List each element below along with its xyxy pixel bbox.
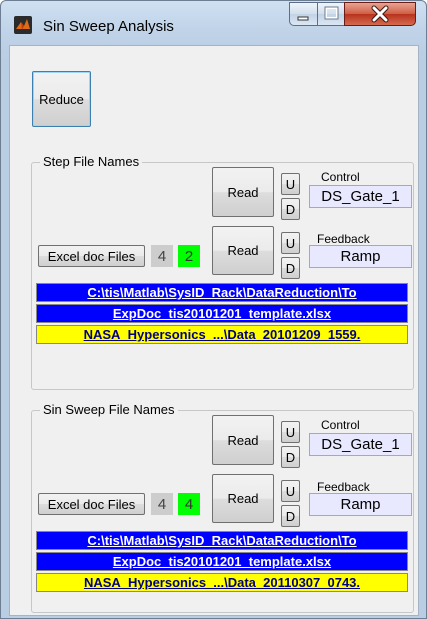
minimize-icon (297, 16, 309, 21)
sweep-path-template: ExpDoc_tis20101201_template.xlsx (36, 552, 408, 571)
sweep-path-directory: C:\tis\Matlab\SysID_Rack\DataReduction\T… (36, 531, 408, 550)
step-feedback-down-button[interactable]: D (281, 257, 300, 279)
maximize-button[interactable] (317, 2, 345, 26)
step-control-up-button[interactable]: U (281, 173, 300, 195)
caption-buttons (289, 2, 420, 28)
sweep-control-up-button[interactable]: U (281, 421, 300, 443)
matlab-icon (14, 16, 32, 34)
app-window: Sin Sweep Analysis Reduce Step File Name… (0, 0, 427, 619)
sweep-feedback-down-button[interactable]: D (281, 505, 300, 527)
step-path-template: ExpDoc_tis20101201_template.xlsx (36, 304, 408, 323)
step-excel-doc-button[interactable]: Excel doc Files (38, 245, 145, 267)
reduce-button[interactable]: Reduce (32, 71, 91, 127)
step-control-caption: Control (321, 170, 360, 184)
step-feedback-up-button[interactable]: U (281, 232, 300, 254)
sweep-excel-doc-button[interactable]: Excel doc Files (38, 493, 145, 515)
close-icon (371, 5, 389, 23)
step-file-group: Step File Names Read U D Control DS_Gate… (31, 154, 414, 390)
sweep-control-down-button[interactable]: D (281, 446, 300, 468)
sin-sweep-file-group: Sin Sweep File Names Read U D Control DS… (31, 402, 414, 613)
sweep-control-caption: Control (321, 418, 360, 432)
sweep-selected-count: 4 (178, 493, 200, 515)
maximize-icon (324, 6, 339, 20)
step-group-title: Step File Names (40, 154, 143, 169)
step-feedback-value: Ramp (309, 245, 412, 268)
step-file-count: 4 (151, 245, 173, 267)
step-path-data: NASA_Hypersonics_...\Data_20101209_1559. (36, 325, 408, 344)
window-title: Sin Sweep Analysis (43, 18, 174, 35)
minimize-button[interactable] (289, 2, 318, 26)
sweep-path-data: NASA_Hypersonics_...\Data_20110307_0743. (36, 573, 408, 592)
step-path-directory: C:\tis\Matlab\SysID_Rack\DataReduction\T… (36, 283, 408, 302)
title-bar[interactable]: Sin Sweep Analysis (1, 1, 426, 45)
sweep-feedback-value: Ramp (309, 493, 412, 516)
close-button[interactable] (344, 2, 416, 26)
sweep-control-value: DS_Gate_1 (309, 433, 412, 456)
sweep-feedback-caption: Feedback (317, 480, 370, 494)
sweep-file-count: 4 (151, 493, 173, 515)
sweep-group-title: Sin Sweep File Names (40, 402, 178, 417)
step-control-down-button[interactable]: D (281, 198, 300, 220)
client-area: Reduce Step File Names Read U D Control … (9, 45, 419, 616)
sweep-feedback-up-button[interactable]: U (281, 480, 300, 502)
sweep-feedback-read-button[interactable]: Read (212, 474, 274, 523)
step-control-read-button[interactable]: Read (212, 167, 274, 217)
step-feedback-read-button[interactable]: Read (212, 226, 274, 275)
step-control-value: DS_Gate_1 (309, 185, 412, 208)
sweep-control-read-button[interactable]: Read (212, 415, 274, 465)
step-feedback-caption: Feedback (317, 232, 370, 246)
step-selected-count: 2 (178, 245, 200, 267)
